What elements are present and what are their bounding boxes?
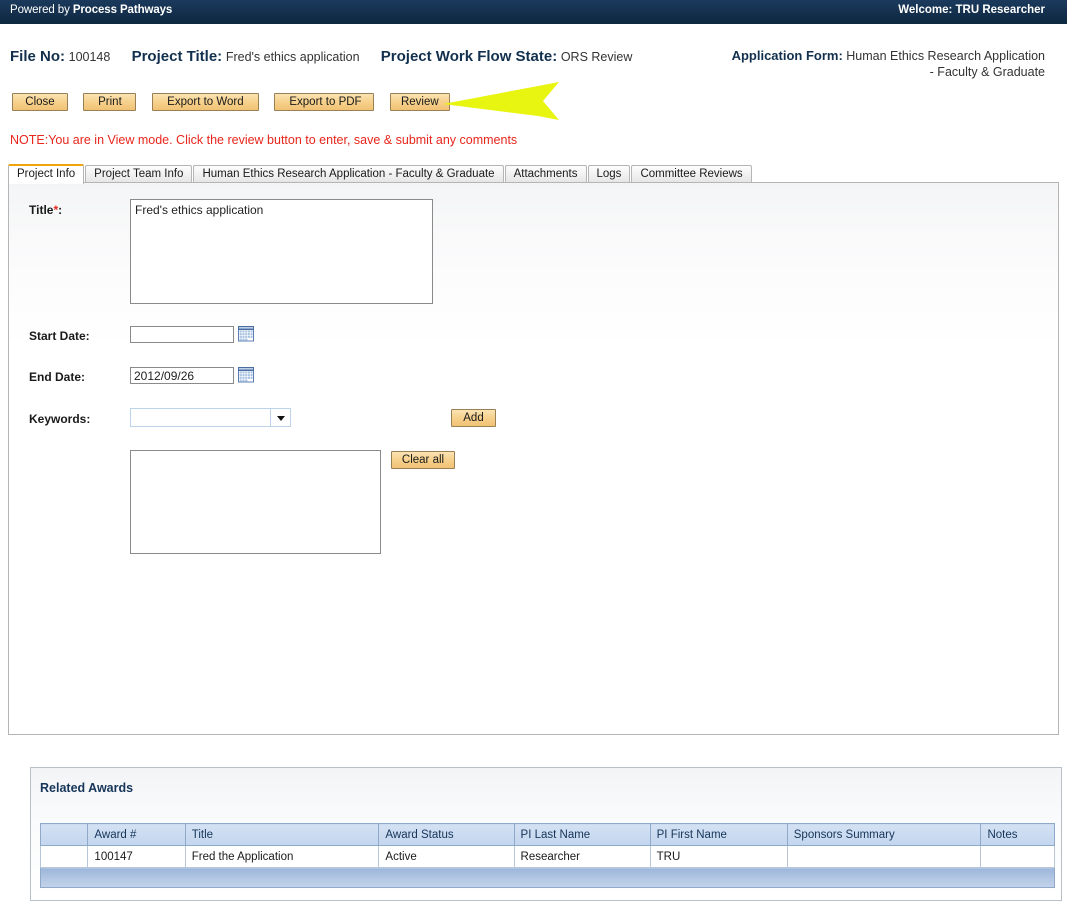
cell-select[interactable] (41, 846, 88, 868)
brand-name: Process Pathways (73, 4, 172, 16)
end-date-label: End Date: (29, 370, 85, 384)
cell-award-status: Active (379, 846, 514, 868)
view-mode-note: NOTE:You are in View mode. Click the rev… (10, 133, 517, 147)
tab-bar: Project Info Project Team Info Human Eth… (8, 164, 1059, 183)
application-form-label: Application Form: (732, 48, 843, 63)
project-title-label: Project Title: (132, 48, 223, 65)
project-title-value: Fred's ethics application (226, 50, 360, 64)
export-to-word-button[interactable]: Export to Word (152, 93, 259, 111)
clear-all-keywords-button[interactable]: Clear all (391, 451, 455, 469)
cell-pi-last-name: Researcher (514, 846, 650, 868)
file-no-label: File No: (10, 48, 65, 65)
calendar-icon[interactable] (238, 326, 254, 342)
keywords-combobox[interactable] (130, 408, 291, 427)
column-header-sponsors-summary[interactable]: Sponsors Summary (787, 824, 981, 846)
related-awards-table: Award # Title Award Status PI Last Name … (40, 823, 1055, 888)
workflow-state-value: ORS Review (561, 50, 633, 64)
column-header-pi-last-name[interactable]: PI Last Name (514, 824, 650, 846)
calendar-icon[interactable] (238, 367, 254, 383)
column-header-notes[interactable]: Notes (981, 824, 1055, 846)
action-toolbar: Close Print Export to Word Export to PDF… (12, 93, 461, 111)
file-no-value: 100148 (69, 50, 111, 64)
print-button[interactable]: Print (83, 93, 136, 111)
related-awards-title: Related Awards (40, 781, 133, 795)
cell-notes (981, 846, 1055, 868)
keywords-list-textarea[interactable] (130, 450, 381, 554)
tab-project-info[interactable]: Project Info (8, 164, 84, 184)
welcome-user-label: Welcome: TRU Researcher (898, 4, 1045, 16)
export-to-pdf-button[interactable]: Export to PDF (274, 93, 374, 111)
related-awards-section: Related Awards Award # Title Award Statu… (30, 767, 1062, 901)
keywords-select-input[interactable] (131, 409, 265, 426)
cell-sponsors-summary (787, 846, 981, 868)
brand-label: Powered by Process Pathways (10, 4, 172, 16)
cell-title: Fred the Application (185, 846, 379, 868)
application-form-value-line2: - Faculty & Graduate (930, 65, 1045, 79)
table-footer-row (41, 868, 1055, 888)
review-button[interactable]: Review (390, 93, 450, 111)
highlight-arrow-icon (443, 82, 563, 120)
keywords-label: Keywords: (29, 412, 90, 426)
top-brand-bar: Powered by Process Pathways Welcome: TRU… (0, 0, 1067, 24)
start-date-input[interactable] (130, 326, 234, 343)
cell-award-no: 100147 (88, 846, 185, 868)
close-button[interactable]: Close (12, 93, 68, 111)
title-colon: : (58, 203, 62, 217)
column-header-select[interactable] (41, 824, 88, 846)
brand-prefix: Powered by (10, 4, 73, 16)
end-date-input[interactable] (130, 367, 234, 384)
workflow-state-label: Project Work Flow State: (381, 48, 557, 65)
column-header-award-no[interactable]: Award # (88, 824, 185, 846)
application-form-value-line1: Human Ethics Research Application (846, 49, 1045, 63)
column-header-award-status[interactable]: Award Status (379, 824, 514, 846)
start-date-label: Start Date: (29, 329, 90, 343)
title-field-label: Title*: (29, 203, 62, 217)
table-row[interactable]: 100147 Fred the Application Active Resea… (41, 846, 1055, 868)
project-info-panel: Title*: Start Date: End Date: (8, 182, 1059, 735)
record-header-line: File No: 100148 Project Title: Fred's et… (10, 48, 632, 65)
table-header-row: Award # Title Award Status PI Last Name … (41, 824, 1055, 846)
title-label-text: Title (29, 203, 53, 217)
title-input[interactable] (130, 199, 433, 304)
table-footer-cell (41, 868, 1055, 888)
column-header-pi-first-name[interactable]: PI First Name (650, 824, 787, 846)
application-form-block: Application Form: Human Ethics Research … (732, 48, 1045, 80)
cell-pi-first-name: TRU (650, 846, 787, 868)
chevron-down-icon[interactable] (270, 409, 290, 426)
add-keyword-button[interactable]: Add (451, 409, 496, 427)
column-header-title[interactable]: Title (185, 824, 379, 846)
